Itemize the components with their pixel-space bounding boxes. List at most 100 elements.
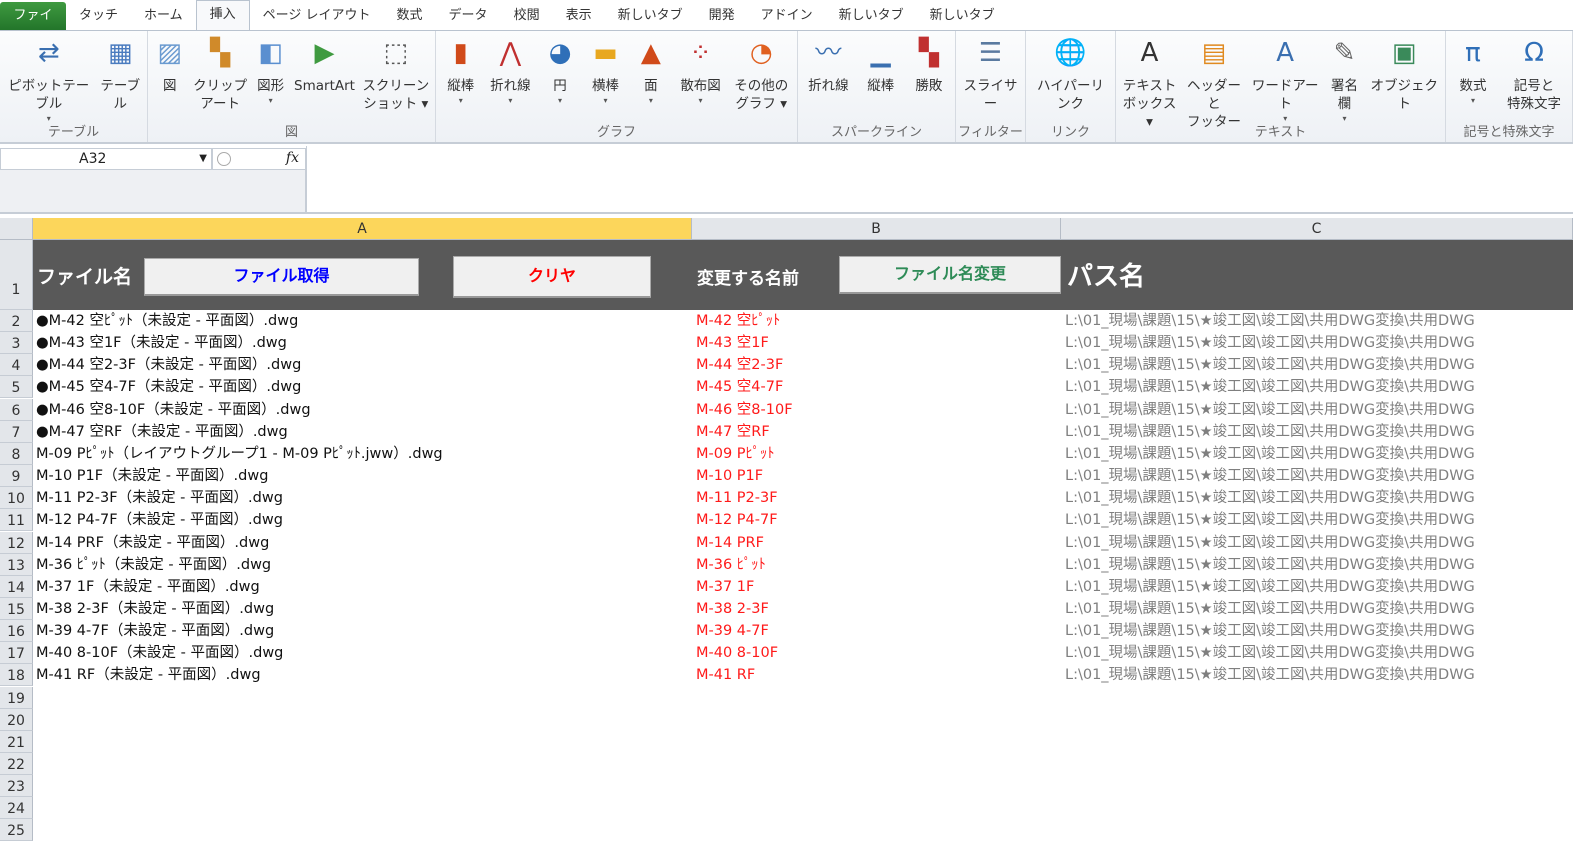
cell-b[interactable]: M-41 RF [696, 664, 755, 686]
cell-a[interactable]: ●M-44 空2-3F（未設定 - 平面図）.dwg [36, 354, 301, 376]
cell-c[interactable]: L:\01_現場\課題\15\★竣工図\竣工図\共用DWG変換\共用DWG [1065, 487, 1475, 509]
cell-a[interactable]: M-11 P2-3F（未設定 - 平面図）.dwg [36, 487, 283, 509]
cell-b[interactable]: M-43 空1F [696, 332, 769, 354]
row-header[interactable]: 8 [0, 442, 33, 465]
row-header[interactable]: 5 [0, 376, 33, 399]
row-header[interactable]: 22 [0, 753, 33, 775]
tab-2[interactable]: ホーム [131, 2, 196, 30]
cell-a[interactable]: M-36 ﾋﾟｯﾄ（未設定 - 平面図）.dwg [36, 554, 271, 576]
cell-c[interactable]: L:\01_現場\課題\15\★竣工図\竣工図\共用DWG変換\共用DWG [1065, 443, 1475, 465]
cell-c[interactable]: L:\01_現場\課題\15\★竣工図\竣工図\共用DWG変換\共用DWG [1065, 376, 1475, 398]
tab-3[interactable]: 挿入 [195, 0, 250, 30]
cell-b[interactable]: M-45 空4-7F [696, 376, 783, 398]
cell-b[interactable]: M-46 空8-10F [696, 399, 793, 421]
cell-b[interactable]: M-39 4-7F [696, 620, 769, 642]
tab-10[interactable]: 開発 [696, 2, 748, 30]
cell-c[interactable]: L:\01_現場\課題\15\★竣工図\竣工図\共用DWG変換\共用DWG [1065, 532, 1475, 554]
tab-4[interactable]: ページ レイアウト [250, 2, 384, 30]
cell-c[interactable]: L:\01_現場\課題\15\★竣工図\竣工図\共用DWG変換\共用DWG [1065, 310, 1475, 332]
cell-b[interactable]: M-47 空RF [696, 421, 770, 443]
tab-8[interactable]: 表示 [553, 2, 605, 30]
cell-b[interactable]: M-44 空2-3F [696, 354, 783, 376]
row-header[interactable]: 25 [0, 819, 33, 842]
tab-13[interactable]: 新しいタブ [917, 2, 1008, 30]
cell-b[interactable]: M-11 P2-3F [696, 487, 778, 509]
cell-b[interactable]: M-42 空ﾋﾟｯﾄ [696, 310, 780, 332]
cell-b[interactable]: M-09 Pﾋﾟｯﾄ [696, 443, 775, 465]
row-header[interactable]: 21 [0, 730, 33, 753]
cell-c[interactable]: L:\01_現場\課題\15\★竣工図\竣工図\共用DWG変換\共用DWG [1065, 421, 1475, 443]
formula-input[interactable] [306, 146, 1573, 212]
row-header[interactable]: 12 [0, 531, 33, 554]
chevron-down-icon[interactable]: ▼ [199, 149, 207, 169]
row-header[interactable]: 3 [0, 332, 33, 355]
row-header[interactable]: 11 [0, 509, 33, 532]
row-header[interactable]: 18 [0, 664, 33, 687]
cell-c[interactable]: L:\01_現場\課題\15\★竣工図\竣工図\共用DWG変換\共用DWG [1065, 332, 1475, 354]
cell-b[interactable]: M-40 8-10F [696, 642, 778, 664]
rename-files-button[interactable]: ファイル名変更 [839, 256, 1061, 294]
cell-a[interactable]: M-37 1F（未設定 - 平面図）.dwg [36, 576, 260, 598]
cell-a[interactable]: M-14 PRF（未設定 - 平面図）.dwg [36, 532, 269, 554]
tab-11[interactable]: アドイン [748, 2, 826, 30]
row-header[interactable]: 20 [0, 708, 33, 731]
cell-b[interactable]: M-38 2-3F [696, 598, 769, 620]
row-header[interactable]: 14 [0, 575, 33, 598]
row-header[interactable]: 6 [0, 398, 33, 421]
column-header-c[interactable]: C [1061, 218, 1573, 240]
cell-b[interactable]: M-10 P1F [696, 465, 763, 487]
cell-a[interactable]: M-38 2-3F（未設定 - 平面図）.dwg [36, 598, 274, 620]
cell-a[interactable]: ●M-46 空8-10F（未設定 - 平面図）.dwg [36, 399, 311, 421]
cell-c[interactable]: L:\01_現場\課題\15\★竣工図\竣工図\共用DWG変換\共用DWG [1065, 598, 1475, 620]
row-header[interactable]: 13 [0, 553, 33, 576]
row-header[interactable]: 23 [0, 775, 33, 798]
cell-b[interactable]: M-36 ﾋﾟｯﾄ [696, 554, 766, 576]
formula-bar-handle-icon[interactable] [217, 152, 231, 166]
cell-c[interactable]: L:\01_現場\課題\15\★竣工図\竣工図\共用DWG変換\共用DWG [1065, 664, 1475, 686]
column-header-b[interactable]: B [692, 218, 1061, 240]
cell-a[interactable]: M-12 P4-7F（未設定 - 平面図）.dwg [36, 509, 283, 531]
cell-c[interactable]: L:\01_現場\課題\15\★竣工図\竣工図\共用DWG変換\共用DWG [1065, 509, 1475, 531]
cell-b[interactable]: M-12 P4-7F [696, 509, 778, 531]
row-header[interactable]: 24 [0, 797, 33, 820]
row-header[interactable]: 2 [0, 310, 33, 332]
cell-a[interactable]: M-41 RF（未設定 - 平面図）.dwg [36, 664, 261, 686]
cell-c[interactable]: L:\01_現場\課題\15\★竣工図\竣工図\共用DWG変換\共用DWG [1065, 642, 1475, 664]
cell-a[interactable]: M-40 8-10F（未設定 - 平面図）.dwg [36, 642, 283, 664]
cell-c[interactable]: L:\01_現場\課題\15\★竣工図\竣工図\共用DWG変換\共用DWG [1065, 465, 1475, 487]
cell-c[interactable]: L:\01_現場\課題\15\★竣工図\竣工図\共用DWG変換\共用DWG [1065, 399, 1475, 421]
row-header[interactable]: 16 [0, 620, 33, 643]
row-header[interactable]: 4 [0, 354, 33, 377]
tab-6[interactable]: データ [436, 2, 501, 30]
tab-0[interactable]: ファイル [0, 2, 66, 51]
row-header[interactable]: 1 [0, 240, 33, 310]
cell-a[interactable]: M-09 Pﾋﾟｯﾄ（レイアウトグループ1 - M-09 Pﾋﾟｯﾄ.jww）.… [36, 443, 443, 465]
column-header-a[interactable]: A [33, 218, 692, 240]
cell-c[interactable]: L:\01_現場\課題\15\★竣工図\竣工図\共用DWG変換\共用DWG [1065, 354, 1475, 376]
cell-c[interactable]: L:\01_現場\課題\15\★竣工図\竣工図\共用DWG変換\共用DWG [1065, 620, 1475, 642]
cell-b[interactable]: M-14 PRF [696, 532, 764, 554]
cell-a[interactable]: M-10 P1F（未設定 - 平面図）.dwg [36, 465, 268, 487]
row-header[interactable]: 17 [0, 642, 33, 665]
row-header[interactable]: 15 [0, 597, 33, 620]
get-files-button[interactable]: ファイル取得 [144, 258, 419, 296]
insert-function-icon[interactable]: fx [286, 150, 299, 166]
row-header[interactable]: 10 [0, 487, 33, 510]
cell-a[interactable]: ●M-47 空RF（未設定 - 平面図）.dwg [36, 421, 288, 443]
tab-12[interactable]: 新しいタブ [826, 2, 917, 30]
cell-a[interactable]: ●M-43 空1F（未設定 - 平面図）.dwg [36, 332, 287, 354]
tab-7[interactable]: 校閲 [501, 2, 553, 30]
cell-a[interactable]: M-39 4-7F（未設定 - 平面図）.dwg [36, 620, 274, 642]
cell-c[interactable]: L:\01_現場\課題\15\★竣工図\竣工図\共用DWG変換\共用DWG [1065, 576, 1475, 598]
cell-a[interactable]: ●M-42 空ﾋﾟｯﾄ（未設定 - 平面図）.dwg [36, 310, 298, 332]
tab-5[interactable]: 数式 [384, 2, 436, 30]
cell-b[interactable]: M-37 1F [696, 576, 754, 598]
clear-button[interactable]: クリヤ [453, 256, 651, 298]
row-header[interactable]: 9 [0, 465, 33, 488]
row-header[interactable]: 7 [0, 420, 33, 443]
name-box[interactable]: A32 ▼ [0, 148, 212, 170]
row-header[interactable]: 19 [0, 686, 33, 709]
tab-1[interactable]: タッチ [66, 2, 131, 30]
select-all-corner[interactable] [0, 218, 33, 240]
cell-c[interactable]: L:\01_現場\課題\15\★竣工図\竣工図\共用DWG変換\共用DWG [1065, 554, 1475, 576]
